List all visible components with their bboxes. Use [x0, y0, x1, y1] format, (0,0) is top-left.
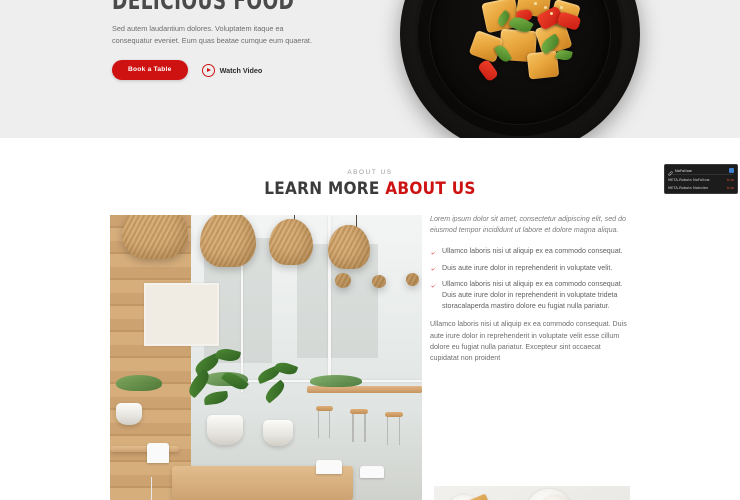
hero-section: DELICIOUS FOOD Sed autem laudantium dolo…	[0, 0, 740, 138]
page-root: DELICIOUS FOOD Sed autem laudantium dolo…	[0, 0, 740, 500]
about-text-column: Lorem ipsum dolor sit amet, consectetur …	[430, 214, 630, 364]
hero-copy: DELICIOUS FOOD Sed autem laudantium dolo…	[112, 0, 382, 80]
seo-widget-title: NoFollow	[675, 168, 692, 173]
check-icon	[430, 281, 438, 289]
about-lead: Lorem ipsum dolor sit amet, consectetur …	[430, 215, 626, 235]
list-item-label: Ullamco laboris nisi ut aliquip ex ea co…	[442, 247, 623, 256]
title-main: Learn More	[264, 179, 386, 199]
about-video-thumbnail[interactable]	[434, 486, 630, 500]
restaurant-interior-image	[110, 215, 422, 500]
seo-row-value: true	[726, 178, 734, 182]
list-item-label: Ullamco laboris nisi ut aliquip ex ea co…	[442, 280, 623, 311]
list-item: Duis aute irure dolor in reprehenderit i…	[430, 263, 630, 274]
seo-nofollow-widget[interactable]: NoFollow META-Robots NoFollow true META-…	[664, 164, 738, 194]
title-accent: About Us	[385, 179, 476, 199]
about-section: ABOUT US Learn More About Us	[0, 138, 740, 500]
list-item-label: Duis aute irure dolor in reprehenderit i…	[442, 263, 613, 272]
hero-food-image	[400, 0, 640, 138]
hero-title: DELICIOUS FOOD	[112, 0, 295, 15]
list-item: Ullamco laboris nisi ut aliquip ex ea co…	[430, 246, 630, 257]
seo-widget-header: NoFollow	[668, 167, 734, 176]
play-icon	[201, 63, 215, 77]
seo-row-key: META-Robots NoFollow	[668, 178, 710, 182]
about-eyebrow: ABOUT US	[347, 169, 393, 176]
hero-actions: Book a Table Watch Video	[112, 60, 382, 80]
watch-video-label: Watch Video	[219, 65, 263, 75]
checkbox-icon[interactable]	[729, 168, 734, 173]
hero-subtitle: Sed autem laudantium dolores. Voluptatem…	[112, 24, 312, 45]
book-a-table-button[interactable]: Book a Table	[112, 60, 188, 80]
about-outro: Ullamco laboris nisi ut aliquip ex ea co…	[430, 320, 627, 363]
watch-video-button[interactable]: Watch Video	[201, 63, 263, 77]
check-icon	[430, 264, 438, 272]
seo-row-value: true	[726, 186, 734, 190]
table-row: META-Robots NoFollow true	[668, 176, 734, 184]
seo-row-key: META-Robots NoIndex	[668, 186, 709, 190]
page-title: Learn More About Us	[0, 179, 740, 199]
check-icon	[430, 248, 438, 256]
list-item: Ullamco laboris nisi ut aliquip ex ea co…	[430, 279, 630, 312]
about-feature-list: Ullamco laboris nisi ut aliquip ex ea co…	[430, 246, 630, 312]
table-row: META-Robots NoIndex true	[668, 184, 734, 192]
